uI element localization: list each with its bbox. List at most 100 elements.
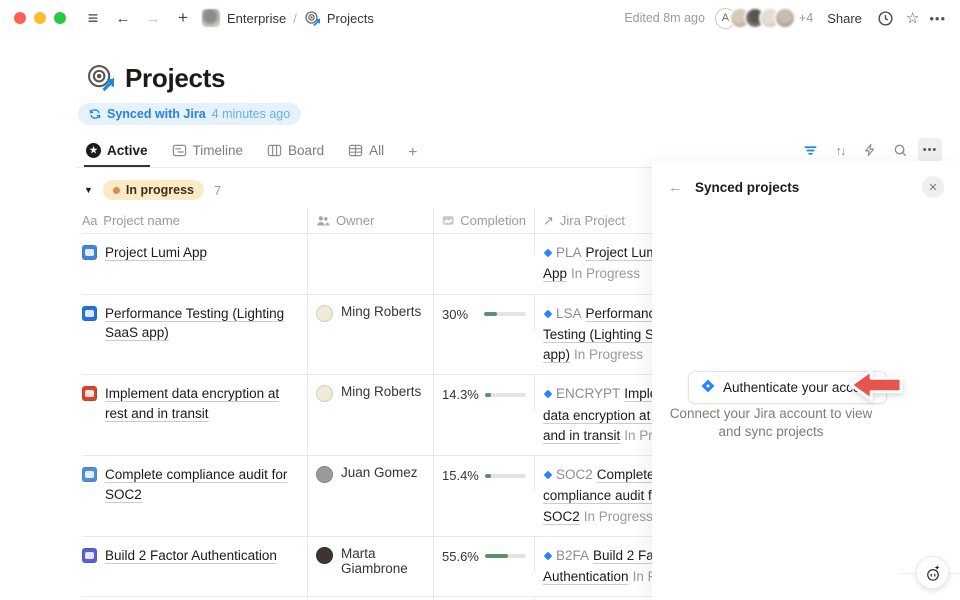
sync-status-badge[interactable]: Synced with Jira 4 minutes ago bbox=[78, 103, 301, 125]
column-label: Completion bbox=[460, 213, 526, 228]
jira-key: LSA bbox=[556, 306, 582, 321]
project-name[interactable]: Complete compliance audit for SOC2 bbox=[105, 465, 299, 504]
nav-forward-icon[interactable]: → bbox=[142, 7, 164, 29]
tab-active[interactable]: ★ Active bbox=[84, 137, 150, 167]
search-icon[interactable] bbox=[888, 138, 912, 162]
notion-ai-button[interactable] bbox=[916, 556, 949, 589]
breadcrumb-separator: / bbox=[293, 11, 297, 26]
completion-cell[interactable]: 14.3% bbox=[434, 375, 535, 411]
progress-bar bbox=[485, 554, 526, 558]
progress-bar bbox=[484, 312, 526, 316]
tab-label: All bbox=[369, 143, 384, 158]
panel-close-icon[interactable]: ✕ bbox=[922, 176, 944, 198]
avatar-overflow-count: +4 bbox=[799, 11, 813, 25]
owner-name: Juan Gomez bbox=[341, 465, 418, 480]
sort-icon[interactable]: ↑↓ bbox=[828, 138, 852, 162]
column-header-owner[interactable]: Owner bbox=[308, 208, 434, 233]
owner-cell[interactable] bbox=[308, 234, 434, 294]
panel-title: Synced projects bbox=[695, 180, 799, 195]
jira-status: In Progress bbox=[584, 509, 653, 524]
project-icon bbox=[82, 386, 97, 401]
sidebar-toggle-icon[interactable]: ≡ bbox=[82, 7, 104, 29]
project-name-cell[interactable]: Performance Testing (Lighting SaaS app) bbox=[82, 295, 308, 375]
page-title: Projects bbox=[125, 63, 225, 94]
breadcrumb-workspace[interactable]: Enterprise bbox=[227, 11, 286, 26]
more-options-icon[interactable]: ••• bbox=[929, 11, 946, 26]
jira-status: In Progress bbox=[574, 347, 643, 362]
jira-logo-icon bbox=[701, 379, 715, 396]
table-view-icon bbox=[348, 143, 363, 158]
window-minimize-button[interactable] bbox=[34, 12, 46, 24]
breadcrumb: Enterprise / Projects bbox=[202, 9, 374, 27]
owner-cell[interactable]: Ming Roberts bbox=[308, 295, 434, 375]
rollup-chart-icon bbox=[442, 214, 454, 227]
completion-value: 15.4% bbox=[442, 468, 479, 483]
jira-key: ENCRYPT bbox=[556, 386, 620, 401]
jira-diamond-icon bbox=[543, 466, 553, 486]
completion-cell[interactable] bbox=[434, 234, 535, 255]
panel-back-icon[interactable]: ← bbox=[668, 179, 683, 196]
breadcrumb-page[interactable]: Projects bbox=[327, 11, 374, 26]
automation-lightning-icon[interactable] bbox=[858, 138, 882, 162]
nav-back-icon[interactable]: ← bbox=[112, 7, 134, 29]
owner-cell[interactable]: Marta Giambrone bbox=[308, 537, 434, 597]
page-target-icon[interactable] bbox=[86, 63, 114, 94]
window-zoom-button[interactable] bbox=[54, 12, 66, 24]
column-header-completion[interactable]: Completion bbox=[434, 208, 535, 233]
completion-cell[interactable]: 30% bbox=[434, 295, 535, 331]
completion-value: 30% bbox=[442, 307, 478, 322]
synced-projects-panel: ← Synced projects ✕ Authenticate your ac… bbox=[652, 161, 960, 600]
view-more-options-icon[interactable]: ••• bbox=[918, 138, 942, 162]
project-name-cell[interactable]: Project Lumi App bbox=[82, 234, 308, 294]
workspace-icon[interactable] bbox=[202, 9, 220, 27]
sync-badge-time: 4 minutes ago bbox=[212, 107, 291, 121]
tab-label: Active bbox=[107, 143, 148, 158]
project-name-cell[interactable]: Complete compliance audit for SOC2 bbox=[82, 456, 308, 536]
column-label: Project name bbox=[103, 213, 180, 228]
tab-timeline[interactable]: Timeline bbox=[170, 137, 246, 167]
add-view-button[interactable]: + bbox=[406, 138, 419, 166]
window-close-button[interactable] bbox=[14, 12, 26, 24]
ai-face-icon bbox=[924, 564, 942, 582]
group-collapse-toggle[interactable]: ▼ bbox=[84, 185, 93, 195]
progress-bar bbox=[485, 474, 526, 478]
completion-value: 55.6% bbox=[442, 549, 479, 564]
group-count: 7 bbox=[214, 183, 221, 198]
people-icon bbox=[316, 214, 330, 228]
external-link-arrow-icon: ↗ bbox=[543, 213, 554, 229]
project-icon bbox=[82, 245, 97, 260]
filter-icon[interactable] bbox=[798, 138, 822, 162]
project-name[interactable]: Project Lumi App bbox=[105, 243, 207, 263]
updates-clock-icon[interactable] bbox=[876, 8, 896, 28]
project-name-cell[interactable]: Implement data encryption at rest and in… bbox=[82, 375, 308, 455]
project-name-cell[interactable]: Build 2 Factor Authentication bbox=[82, 537, 308, 597]
project-name[interactable]: Performance Testing (Lighting SaaS app) bbox=[105, 304, 299, 343]
project-name[interactable]: Build 2 Factor Authentication bbox=[105, 546, 277, 566]
tab-all[interactable]: All bbox=[346, 137, 386, 167]
project-icon bbox=[82, 467, 97, 482]
status-badge[interactable]: In progress bbox=[103, 180, 204, 200]
window-titlebar: ≡ ← → + Enterprise / Projects Edited 8m … bbox=[0, 0, 960, 36]
column-label: Owner bbox=[336, 213, 374, 228]
column-header-project-name[interactable]: Aa Project name bbox=[82, 208, 308, 233]
project-icon bbox=[82, 306, 97, 321]
collaborator-avatars[interactable]: A +4 bbox=[715, 7, 813, 29]
share-button[interactable]: Share bbox=[823, 8, 866, 29]
tab-label: Board bbox=[288, 143, 324, 158]
text-property-icon: Aa bbox=[82, 214, 97, 228]
new-page-icon[interactable]: + bbox=[172, 7, 194, 29]
project-icon bbox=[82, 548, 97, 563]
completion-cell[interactable]: 15.4% bbox=[434, 456, 535, 492]
progress-bar bbox=[485, 393, 526, 397]
project-name[interactable]: Implement data encryption at rest and in… bbox=[105, 384, 299, 423]
owner-cell[interactable]: Ming Roberts bbox=[308, 375, 434, 455]
completion-cell[interactable]: 55.6% bbox=[434, 537, 535, 573]
owner-cell[interactable]: Juan Gomez bbox=[308, 456, 434, 536]
owner-name: Marta Giambrone bbox=[341, 546, 425, 576]
tab-label: Timeline bbox=[193, 143, 244, 158]
favorite-star-icon[interactable]: ☆ bbox=[906, 9, 919, 27]
timeline-view-icon bbox=[172, 143, 187, 158]
tab-board[interactable]: Board bbox=[265, 137, 326, 167]
owner-avatar bbox=[316, 547, 333, 564]
jira-diamond-icon bbox=[543, 244, 553, 264]
